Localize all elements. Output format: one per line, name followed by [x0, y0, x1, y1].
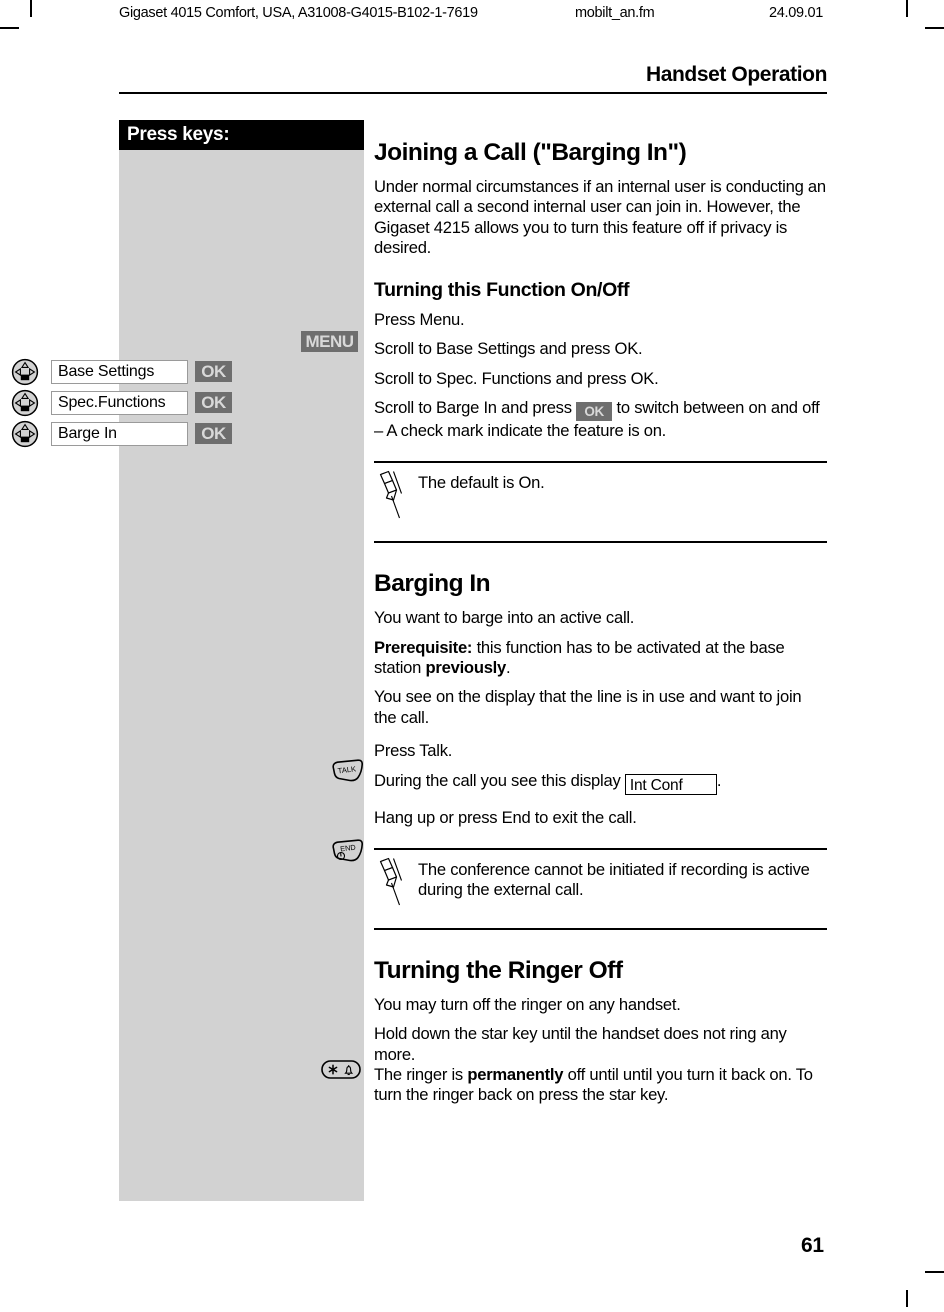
paragraph-display-line: You see on the display that the line is …: [374, 687, 802, 727]
ringer-permanent-emphasis: permanently: [467, 1064, 564, 1084]
crop-mark-bottom-right-horizontal: [925, 1271, 944, 1273]
crop-mark-top-right-horizontal: [925, 27, 944, 29]
softkey-ok[interactable]: OK: [195, 423, 232, 444]
menu-row: Base Settings OK: [0, 358, 245, 386]
svg-text:END: END: [340, 843, 357, 854]
softkey-ok[interactable]: OK: [195, 361, 232, 382]
menu-row: Spec.Functions OK: [0, 389, 245, 417]
paragraph-ringer-permanent: The ringer is permanently off until unti…: [374, 1065, 827, 1106]
paragraph-barge-want: You want to barge into an active call.: [374, 608, 635, 628]
paragraph-scroll-spec: Scroll to Spec. Functions and press OK.: [374, 368, 659, 388]
softkey-menu[interactable]: MENU: [301, 331, 358, 352]
paragraph-prerequisite: Prerequisite: this function has to be ac…: [374, 638, 827, 679]
ringer-permanent-before: The ringer is: [374, 1064, 468, 1084]
running-head-title: Handset Operation: [119, 63, 827, 94]
press-keys-column: Press keys:: [119, 120, 364, 1201]
star-ringer-key-icon[interactable]: [320, 1057, 364, 1083]
section-heading-barging-in: Barging In: [374, 570, 491, 598]
menu-item-field[interactable]: Base Settings: [51, 360, 188, 384]
paragraph-intro: Under normal circumstances if an interna…: [374, 176, 826, 257]
print-header-document: Gigaset 4015 Comfort, USA, A31008-G4015-…: [119, 5, 478, 21]
prerequisite-end: .: [506, 657, 511, 677]
talk-key-icon[interactable]: TALK: [328, 758, 366, 790]
menu-row: Barge In OK: [0, 420, 245, 448]
crop-mark-top-right-vertical: [906, 0, 908, 17]
print-header-date: 24.09.01: [769, 5, 824, 21]
paragraph-scroll-base: Scroll to Base Settings and press OK.: [374, 339, 643, 359]
pushpin-icon: [376, 469, 406, 521]
softkey-ok[interactable]: OK: [195, 392, 232, 413]
crop-mark-top-left-horizontal: [0, 27, 19, 29]
during-call-text-after: .: [716, 770, 722, 790]
crop-mark-bottom-right-vertical: [906, 1290, 908, 1307]
note-text-conference: The conference cannot be initiated if re…: [418, 860, 810, 900]
during-call-text-before: During the call you see this display: [374, 770, 621, 790]
navigation-key-icon[interactable]: [11, 389, 39, 417]
paragraph-scroll-barge: Scroll to Barge In and press OK to switc…: [374, 398, 827, 441]
paragraph-hang-up: Hang up or press End to exit the call.: [374, 807, 637, 827]
paragraph-ringer-any: You may turn off the ringer on any hands…: [374, 994, 681, 1014]
scroll-barge-text-before: Scroll to Barge In and press: [374, 398, 572, 418]
inline-softkey-ok[interactable]: OK: [576, 402, 613, 422]
note-text-default: The default is On.: [418, 473, 545, 493]
print-header-filename: mobilt_an.fm: [575, 5, 655, 21]
paragraph-press-talk: Press Talk.: [374, 741, 453, 761]
prerequisite-emphasis: previously: [425, 657, 507, 677]
navigation-key-icon[interactable]: [11, 358, 39, 386]
paragraph-during-call: During the call you see this display Int…: [374, 771, 827, 795]
pushpin-icon: [376, 856, 406, 908]
note-box-conference: The conference cannot be initiated if re…: [374, 848, 827, 930]
menu-item-field[interactable]: Barge In: [51, 422, 188, 446]
page-number: 61: [801, 1234, 824, 1257]
paragraph-press-menu: Press Menu.: [374, 309, 465, 329]
navigation-key-icon[interactable]: [11, 420, 39, 448]
prerequisite-label: Prerequisite:: [374, 637, 473, 657]
press-keys-title: Press keys:: [119, 120, 364, 150]
section-heading-joining-a-call: Joining a Call ("Barging In"): [374, 139, 687, 166]
paragraph-ringer-hold: Hold down the star key until the handset…: [374, 1024, 787, 1064]
main-content: Joining a Call ("Barging In") Under norm…: [374, 140, 827, 1115]
menu-item-field[interactable]: Spec.Functions: [51, 391, 188, 415]
crop-mark-top-left-vertical: [30, 0, 32, 17]
section-heading-turning-ringer-off: Turning the Ringer Off: [374, 957, 623, 984]
subsection-heading-turning-function: Turning this Function On/Off: [374, 279, 630, 302]
handset-display-int-conf: Int Conf: [624, 773, 717, 795]
end-key-icon[interactable]: END: [328, 838, 366, 870]
print-header: Gigaset 4015 Comfort, USA, A31008-G4015-…: [119, 5, 892, 27]
note-box-default: The default is On.: [374, 461, 827, 544]
